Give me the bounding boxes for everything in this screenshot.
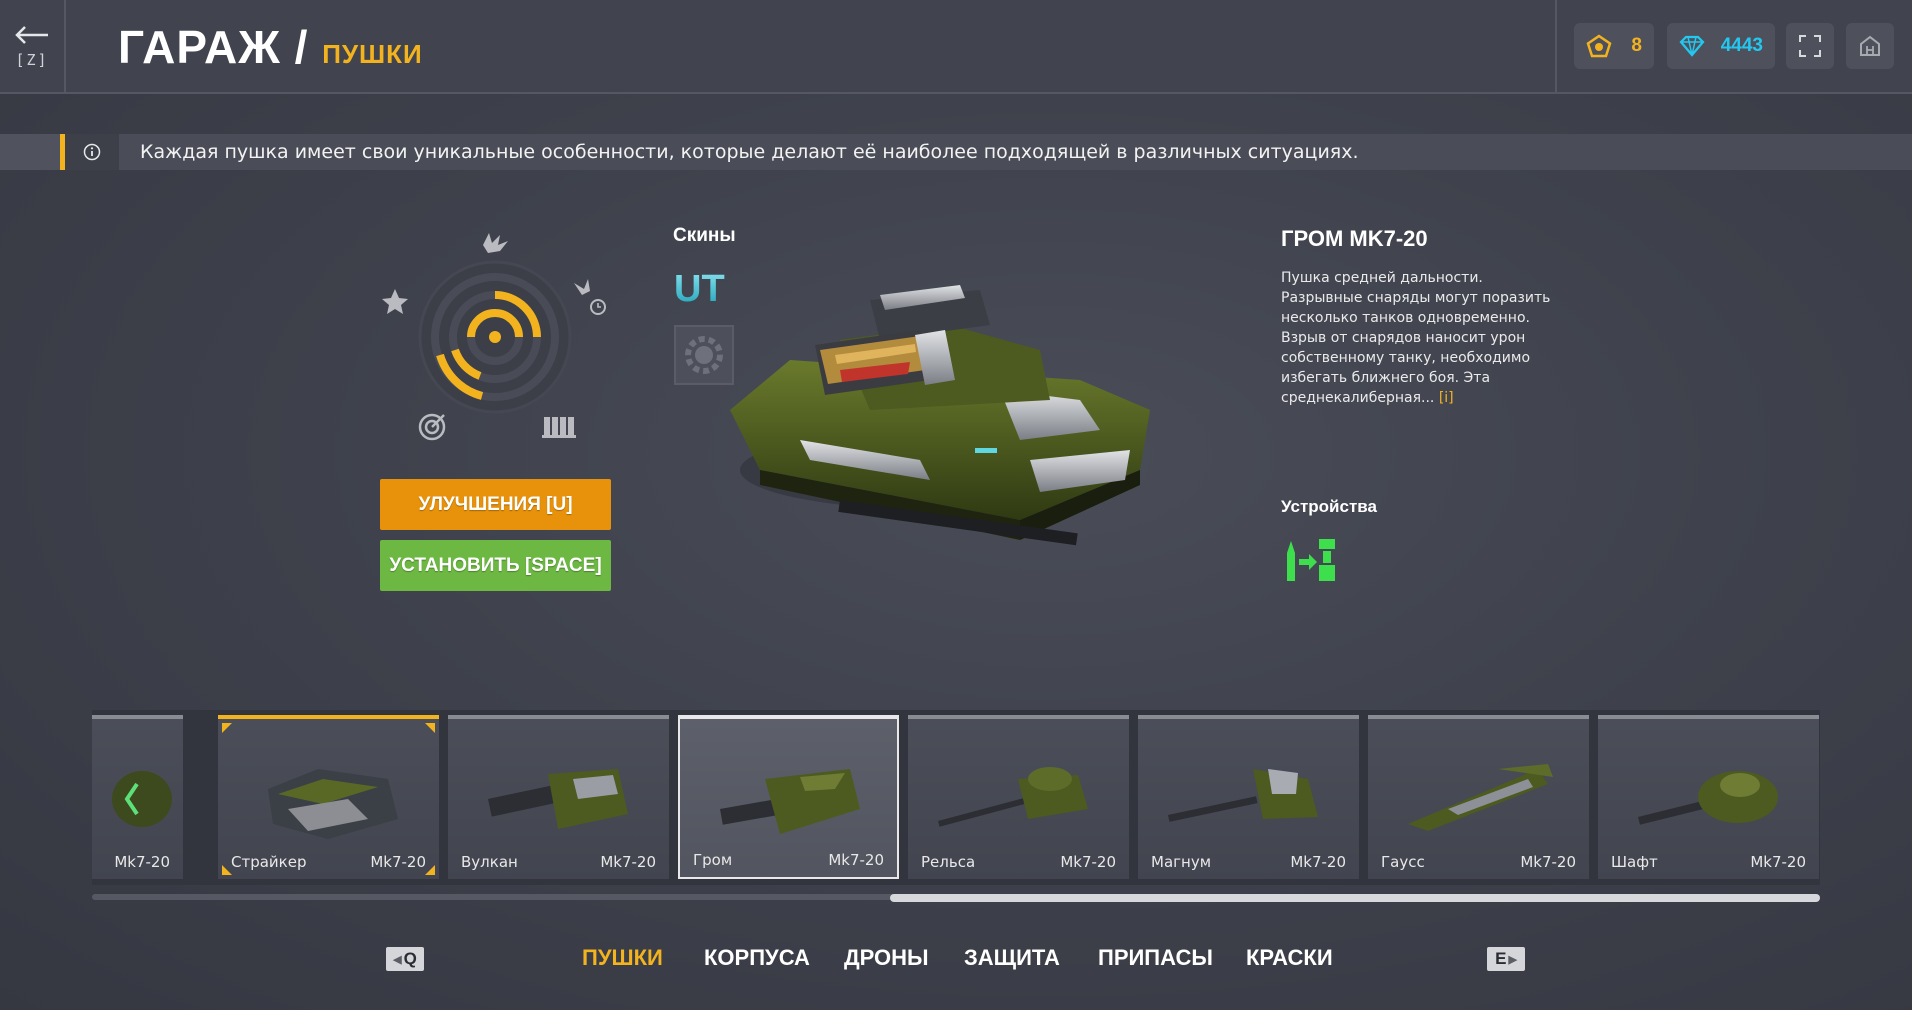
turret-card-name: Магнум: [1151, 853, 1212, 871]
next-category-button[interactable]: E ▶: [1487, 947, 1525, 971]
tab-paints[interactable]: КРАСКИ: [1246, 945, 1333, 971]
gun-name: ГРОМ MK7-20: [1281, 226, 1428, 251]
triangle-right-icon: ▶: [1508, 953, 1517, 966]
tab-supplies[interactable]: ПРИПАСЫ: [1098, 945, 1213, 971]
turret-thumbnail: [1408, 764, 1553, 831]
turret-thumbnail: [720, 769, 860, 834]
turret-carousel: Mk7-20 Страйкер Mk7-20 Вулкан Mk7-20 Гро…: [92, 710, 1820, 885]
crystals-value: 4443: [1720, 35, 1763, 56]
turret-card-level: Mk7-20: [828, 851, 884, 869]
carousel-scroll-thumb[interactable]: [890, 894, 1820, 902]
turret-card[interactable]: Шафт Mk7-20: [1598, 715, 1819, 879]
home-button[interactable]: [1846, 23, 1894, 69]
install-button[interactable]: УСТАНОВИТЬ [SPACE]: [380, 540, 611, 591]
stars-counter[interactable]: 8: [1574, 23, 1654, 69]
skin-ut-label: UT: [674, 268, 725, 309]
turret-card[interactable]: Гаусс Mk7-20: [1368, 715, 1589, 879]
turret-card-level: Mk7-20: [1520, 853, 1576, 871]
upgrades-button[interactable]: УЛУЧШЕНИЯ [U]: [380, 479, 611, 530]
more-info-link[interactable]: [i]: [1439, 390, 1454, 406]
turret-card-level: Mk7-20: [1290, 853, 1346, 871]
devices-label: Устройства: [1281, 497, 1377, 516]
next-category-key: E: [1495, 949, 1507, 968]
turret-card-name: Гаусс: [1381, 853, 1425, 871]
gun-description: Пушка средней дальности. Разрывные снаря…: [1281, 268, 1551, 408]
skins-label: Скины: [673, 225, 736, 246]
turret-card-selected[interactable]: Гром Mk7-20: [678, 715, 899, 879]
info-banner: Каждая пушка имеет свои уникальные особе…: [0, 134, 1912, 170]
gun-stats-radar: [382, 233, 606, 441]
star-badge-icon: [1586, 34, 1612, 58]
info-text: Каждая пушка имеет свои уникальные особе…: [140, 141, 1359, 163]
top-bar: [Z] ГАРАЖ / ПУШКИ 8 4443: [0, 0, 1912, 94]
back-shortcut: [Z]: [15, 51, 49, 69]
page-title-section: ПУШКИ: [322, 39, 423, 69]
turret-card-name: Страйкер: [231, 853, 307, 871]
page-title-main: ГАРАЖ /: [118, 21, 309, 73]
turret-thumbnail: [938, 767, 1088, 827]
turret-card[interactable]: Mk7-20: [92, 715, 183, 879]
damage-stat-icon: [483, 233, 508, 253]
page-title: ГАРАЖ / ПУШКИ: [118, 20, 423, 74]
accuracy-stat-icon: [418, 413, 446, 441]
tank-preview: [730, 285, 1150, 546]
turret-thumbnail: [268, 769, 398, 839]
crystal-icon: [1679, 35, 1705, 57]
ammo-stat-icon: [542, 417, 576, 438]
turret-card-level: Mk7-20: [600, 853, 656, 871]
turret-card-name: Шафт: [1611, 853, 1658, 871]
turret-thumbnail: [1638, 771, 1778, 825]
rating-star-icon: [382, 289, 408, 314]
home-icon: [1860, 35, 1880, 56]
category-tabs: ПУШКИ КОРПУСА ДРОНЫ ЗАЩИТА ПРИПАСЫ КРАСК…: [0, 945, 1912, 975]
turret-card-level: Mk7-20: [1750, 853, 1806, 871]
turret-card-name: Гром: [693, 851, 733, 869]
tab-hulls[interactable]: КОРПУСА: [704, 945, 810, 971]
turret-thumbnail: [1168, 769, 1318, 822]
info-icon: [65, 134, 119, 170]
fullscreen-icon: [1799, 35, 1821, 57]
stars-value: 8: [1631, 35, 1642, 56]
turret-card-level: Mk7-20: [114, 853, 170, 871]
turret-card-level: Mk7-20: [370, 853, 426, 871]
turret-card[interactable]: Рельса Mk7-20: [908, 715, 1129, 879]
turret-thumbnail: [112, 771, 172, 827]
tab-drones[interactable]: ДРОНЫ: [844, 945, 929, 971]
turret-card[interactable]: Магнум Mk7-20: [1138, 715, 1359, 879]
turret-card-name: Рельса: [921, 853, 976, 871]
turret-card-level: Mk7-20: [1060, 853, 1116, 871]
turret-card-equipped[interactable]: Страйкер Mk7-20: [218, 715, 439, 879]
tab-protection[interactable]: ЗАЩИТА: [964, 945, 1060, 971]
reload-stat-icon: [574, 279, 606, 315]
gun-description-text: Пушка средней дальности. Разрывные снаря…: [1281, 270, 1551, 406]
fullscreen-button[interactable]: [1786, 23, 1834, 69]
turret-card[interactable]: Вулкан Mk7-20: [448, 715, 669, 879]
crystals-counter[interactable]: 4443: [1667, 23, 1775, 69]
tab-guns[interactable]: ПУШКИ: [582, 945, 663, 971]
turret-card-name: Вулкан: [461, 853, 518, 871]
currency-panel: 8 4443: [1555, 0, 1912, 94]
back-button[interactable]: [Z]: [0, 0, 66, 94]
device-ammo-icon[interactable]: [1281, 535, 1339, 585]
turret-thumbnail: [487, 769, 628, 829]
arrow-left-icon: [15, 26, 48, 44]
